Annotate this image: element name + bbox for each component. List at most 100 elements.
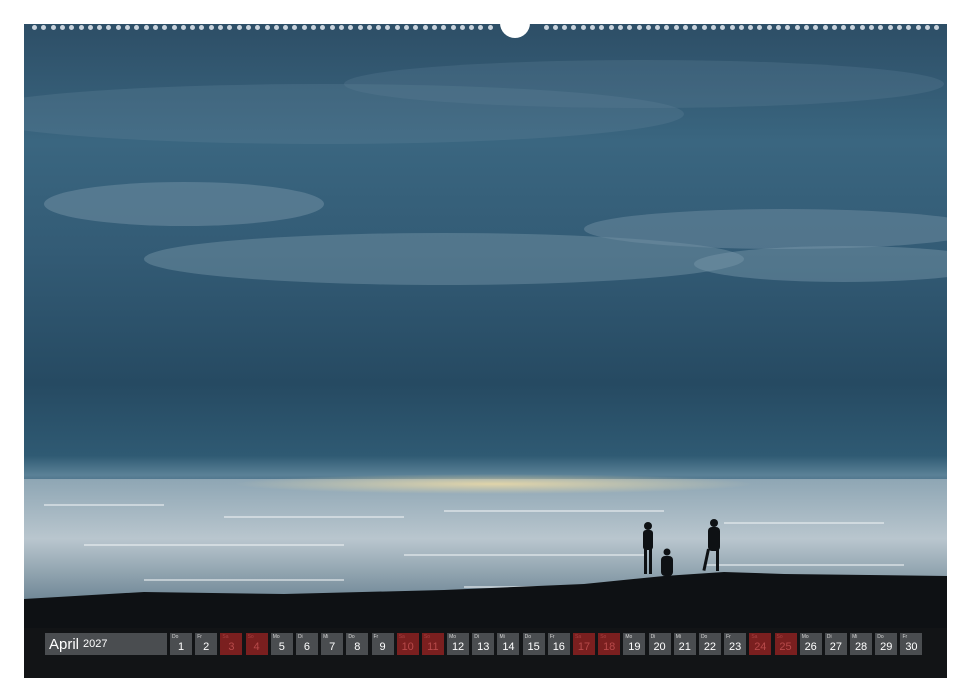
day-number: 29 bbox=[880, 641, 893, 653]
day-cell: Di 20 bbox=[648, 633, 671, 655]
binding-hole bbox=[41, 25, 47, 30]
binding-hole bbox=[841, 25, 847, 30]
day-number: 17 bbox=[577, 641, 591, 653]
weekday-label: Fr bbox=[549, 634, 555, 640]
binding-hole bbox=[850, 25, 856, 30]
weekday-label: Sa bbox=[398, 634, 405, 640]
day-cell: Do 15 bbox=[522, 633, 545, 655]
binding-hole bbox=[106, 25, 112, 30]
day-number: 19 bbox=[628, 641, 641, 653]
binding-hole bbox=[162, 25, 168, 30]
binding-hole bbox=[590, 25, 595, 30]
binding-hole bbox=[664, 25, 670, 30]
weekday-label: Mi bbox=[499, 634, 505, 640]
day-number: 4 bbox=[253, 641, 260, 653]
binding-hole bbox=[543, 25, 549, 30]
weekend-day-cell: So 4 bbox=[245, 633, 268, 655]
weekday-label: Mo bbox=[625, 634, 633, 640]
binding-hole bbox=[125, 25, 130, 30]
day-cell: Mi 7 bbox=[321, 633, 344, 655]
weekend-day-cell: Sa 17 bbox=[573, 633, 595, 655]
day-cell: Mo 19 bbox=[623, 633, 646, 655]
day-number: 13 bbox=[477, 641, 490, 653]
day-number: 18 bbox=[603, 641, 616, 653]
binding-hole bbox=[180, 25, 186, 30]
binding-hole bbox=[32, 25, 37, 30]
binding-hole bbox=[255, 25, 261, 30]
binding-hole bbox=[478, 25, 484, 30]
binding-hole bbox=[599, 25, 605, 30]
weekday-label: Mo bbox=[272, 634, 280, 640]
day-cell: Di 13 bbox=[472, 633, 495, 655]
day-number: 2 bbox=[203, 641, 210, 653]
day-number: 25 bbox=[779, 641, 792, 653]
binding-hole bbox=[283, 25, 289, 30]
weekday-label: Mi bbox=[675, 634, 682, 640]
binding-hole bbox=[236, 25, 242, 30]
day-number: 3 bbox=[228, 641, 235, 653]
binding-hole bbox=[264, 25, 270, 30]
day-cell: Mo 5 bbox=[270, 633, 293, 655]
binding-hole bbox=[320, 25, 326, 30]
weekday-label: Fr bbox=[197, 634, 202, 640]
day-cell: Fr 9 bbox=[371, 633, 394, 655]
day-number: 5 bbox=[278, 641, 285, 653]
binding-hole bbox=[636, 25, 642, 30]
binding-hole bbox=[394, 25, 400, 30]
day-number: 16 bbox=[552, 641, 565, 653]
day-number: 28 bbox=[854, 641, 868, 653]
binding-hole bbox=[97, 25, 103, 30]
weekday-label: Fr bbox=[726, 634, 731, 640]
binding-hole bbox=[134, 25, 140, 30]
binding-hole bbox=[701, 25, 707, 30]
day-cell: Do 22 bbox=[698, 633, 721, 655]
day-strip: Do 1 Fr 2 Sa 3 So 4 Mo 5 Di 6 Mi 7 Do 8 Fr 9 Sa 10 So 11 Mo 12 D… bbox=[170, 633, 926, 655]
day-number: 12 bbox=[451, 641, 465, 653]
binding-hole bbox=[404, 25, 409, 30]
binding-hole bbox=[469, 25, 475, 30]
binding-hole bbox=[906, 25, 912, 30]
weekday-label: Do bbox=[348, 634, 355, 640]
weekend-day-cell: Sa 24 bbox=[749, 633, 772, 655]
day-cell: Do 1 bbox=[170, 633, 192, 655]
binding-hole bbox=[766, 25, 772, 30]
binding-hole bbox=[245, 25, 251, 30]
day-cell: Do 8 bbox=[346, 633, 369, 655]
day-cell: Di 6 bbox=[295, 633, 318, 655]
weekday-label: So bbox=[247, 634, 254, 640]
weekend-day-cell: So 25 bbox=[774, 633, 797, 655]
binding-hole bbox=[673, 25, 679, 30]
binding-hole bbox=[273, 25, 279, 30]
month-year: 2027 bbox=[83, 638, 108, 650]
weekday-label: Sa bbox=[751, 634, 758, 640]
day-number: 20 bbox=[653, 641, 666, 653]
weekend-day-cell: So 18 bbox=[598, 633, 621, 655]
binding-hole bbox=[143, 25, 149, 30]
binding-hole bbox=[915, 25, 921, 30]
weekday-label: Sa bbox=[222, 634, 229, 640]
binding-hole bbox=[199, 25, 205, 30]
binding-hole bbox=[487, 25, 493, 30]
weekday-label: Fr bbox=[373, 634, 379, 640]
binding-hole bbox=[218, 25, 223, 30]
binding-hole bbox=[311, 25, 316, 30]
day-number: 1 bbox=[177, 641, 185, 653]
seascape-illustration bbox=[24, 60, 947, 678]
binding-hole bbox=[608, 25, 614, 30]
day-number: 27 bbox=[829, 641, 842, 653]
weekday-label: Mo bbox=[449, 634, 457, 640]
weekday-label: Do bbox=[877, 634, 884, 640]
weekday-label: Di bbox=[474, 634, 479, 640]
binding-hole bbox=[78, 25, 84, 30]
weekday-label: Sa bbox=[575, 634, 582, 640]
binding-hole bbox=[627, 25, 633, 30]
weekday-label: Do bbox=[700, 634, 708, 640]
day-number: 30 bbox=[905, 641, 918, 653]
day-number: 9 bbox=[379, 641, 386, 653]
month-name: April bbox=[49, 635, 80, 653]
binding-hole bbox=[738, 25, 744, 30]
binding-hole bbox=[208, 25, 214, 30]
weekday-label: Fr bbox=[902, 634, 908, 640]
seascape-photo bbox=[24, 24, 947, 678]
binding-hole bbox=[822, 25, 828, 30]
